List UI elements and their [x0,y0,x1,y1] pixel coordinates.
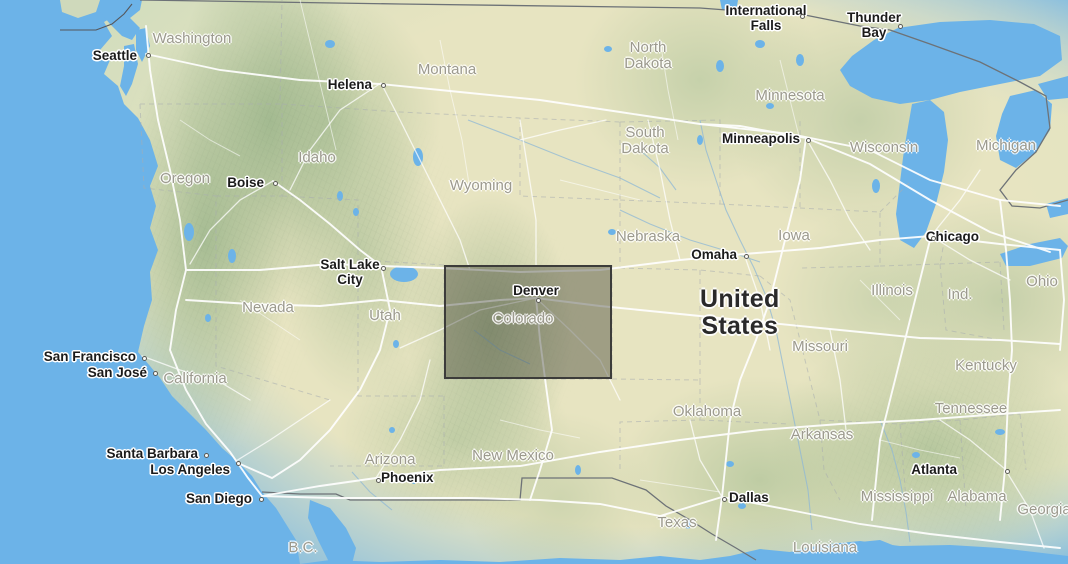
map-extent-selection-rectangle[interactable] [444,265,612,379]
lake-huron [996,90,1052,168]
lake-superior [840,20,1062,104]
gulf-of-mexico [300,541,1068,564]
pacific-ocean [0,0,300,564]
gulf-of-california [308,500,356,564]
puget-inlet-1 [120,44,138,96]
rivers [351,119,911,543]
lake-erie [1000,238,1068,266]
lake-michigan [896,100,948,248]
map-canvas[interactable]: Washington Montana North Dakota South Dakota M… [0,0,1068,564]
border-canada [139,0,891,31]
